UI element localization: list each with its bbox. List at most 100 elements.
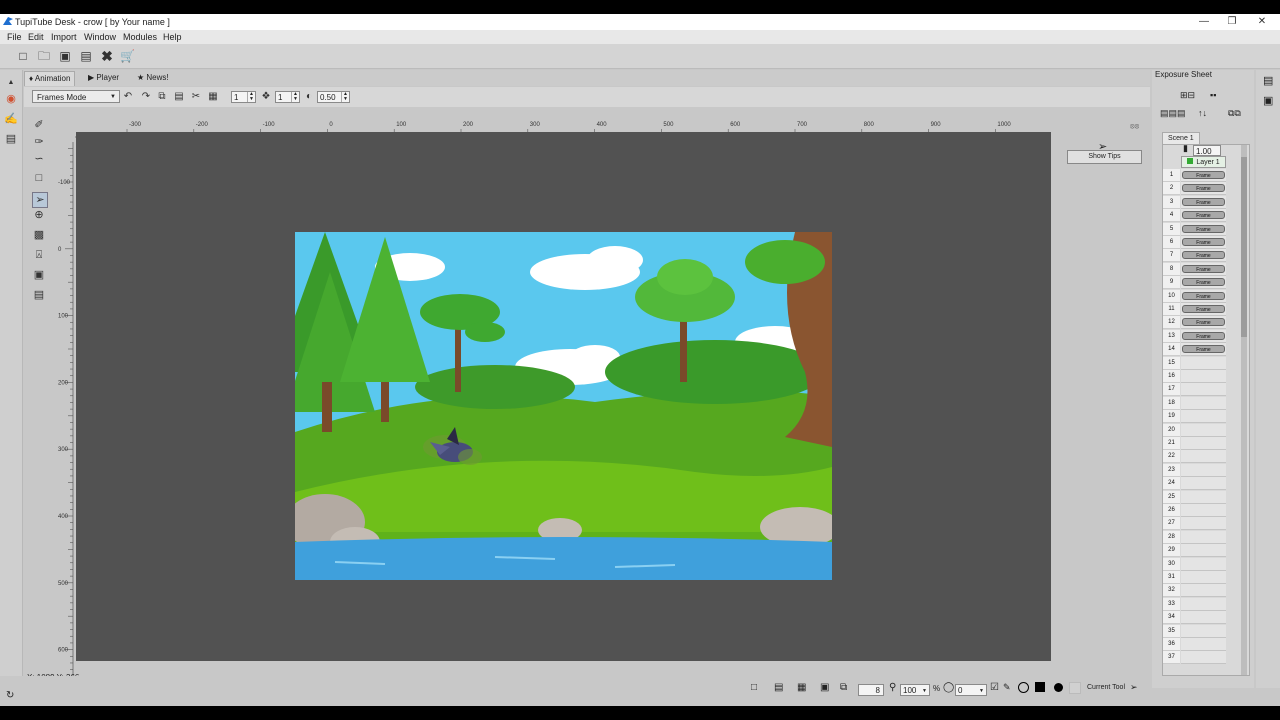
spin-arrows-icon[interactable]: ▲ ▼ [247, 92, 255, 102]
library-icon[interactable]: ▤ [4, 132, 18, 146]
menu-help[interactable]: Help [163, 32, 182, 42]
frame-cell[interactable] [1181, 638, 1226, 651]
fill-tool-icon[interactable]: ▩ [32, 228, 46, 242]
layer-header[interactable]: Layer 1 [1181, 156, 1226, 168]
add-scene-icon[interactable]: ⊞⊟ [1180, 90, 1195, 101]
collapse-arrow-icon[interactable]: ▲ [4, 76, 18, 90]
frame-cell[interactable] [1181, 611, 1226, 625]
frame-cell[interactable] [1181, 571, 1226, 584]
copy-frame-icon[interactable]: ⧉⧉ [1228, 108, 1241, 119]
layer-opacity-spin[interactable]: 1.00 [1193, 145, 1221, 156]
onion-skin-icon[interactable]: ❖ [260, 90, 272, 103]
frame-cell[interactable] [1181, 477, 1226, 491]
library-dock-icon[interactable]: ▤ [1263, 74, 1273, 87]
pen-tools-icon[interactable]: ✍ [4, 112, 18, 126]
rotation-select[interactable]: 0 ▼ [955, 684, 987, 696]
frame-cell[interactable] [1181, 463, 1226, 477]
mode-select[interactable]: Frames Mode ▼ [32, 90, 120, 103]
frame-cell[interactable] [1181, 410, 1226, 424]
frame-cell[interactable] [1181, 624, 1226, 638]
frame-cell[interactable]: Frame [1181, 209, 1226, 223]
show-tips-button[interactable]: Show Tips [1067, 150, 1142, 164]
frame-cell[interactable]: Frame [1181, 289, 1226, 303]
frame-cell[interactable]: Frame [1181, 249, 1226, 263]
close-project-icon[interactable]: ✖ [100, 49, 114, 63]
layers-icon[interactable]: ⧉ [840, 682, 847, 693]
frame-cell[interactable]: Frame [1181, 169, 1226, 182]
frame-cell[interactable] [1181, 423, 1226, 437]
properties-dock-icon[interactable]: ▣ [1263, 94, 1273, 107]
frame-cell[interactable]: Frame [1181, 343, 1226, 357]
zoom-select[interactable]: 100 ▼ [900, 684, 930, 696]
previous-frames-spin[interactable]: 1 ▲ ▼ [231, 91, 256, 103]
redo-icon[interactable]: ↷ [140, 90, 152, 103]
opacity-spin[interactable]: 0.50 ▲ ▼ [317, 91, 350, 103]
layer-visibility-icon[interactable] [1187, 158, 1194, 164]
fill-swatch[interactable] [1069, 682, 1081, 694]
frame-cell[interactable]: Frame [1181, 195, 1226, 209]
frame-cell[interactable]: Frame [1181, 236, 1226, 249]
menu-window[interactable]: Window [84, 32, 116, 42]
pencil-tool-icon[interactable]: ✐ [32, 118, 46, 132]
layer-tools-icon[interactable]: ▤▤▤ [1160, 108, 1186, 119]
color-palette-icon[interactable]: ◉ [4, 92, 18, 106]
copy-icon[interactable]: ⧉ [156, 90, 168, 103]
undo-icon[interactable]: ↶ [122, 90, 134, 103]
frame-cell[interactable] [1181, 557, 1226, 571]
frame-cell[interactable]: Frame [1181, 316, 1226, 330]
frame-cell[interactable] [1181, 437, 1226, 450]
color-swatch[interactable] [1035, 682, 1045, 692]
minimize-button[interactable]: — [1193, 15, 1215, 28]
tab-news[interactable]: ★ News! [133, 71, 173, 85]
hide-drawing-icon[interactable]: ▣ [820, 682, 829, 693]
frame-cell[interactable] [1181, 356, 1226, 370]
vertical-scrollbar[interactable] [1241, 145, 1247, 675]
save-as-icon[interactable]: ▤ [79, 49, 93, 63]
tab-animation[interactable]: ♦ Animation [24, 71, 76, 86]
frame-cell[interactable]: Frame [1181, 182, 1226, 196]
frame-cell[interactable] [1181, 383, 1226, 397]
close-button[interactable]: ✕ [1251, 15, 1273, 28]
frame-cell[interactable] [1181, 370, 1226, 383]
nodes-tool-icon[interactable]: ⊕ [32, 208, 46, 222]
frame-cell[interactable]: Frame [1181, 329, 1226, 343]
maximize-button[interactable]: ❐ [1221, 15, 1243, 28]
timer-icon[interactable]: ↻ [6, 690, 14, 701]
eraser-tool-icon[interactable]: ⍓ [32, 248, 46, 262]
next-frames-spin[interactable]: 1 ▲ ▼ [275, 91, 300, 103]
frame-cell[interactable] [1181, 584, 1226, 598]
delete-icon[interactable]: ▦ [207, 90, 219, 103]
frame-cell[interactable] [1181, 504, 1226, 517]
select-tool-icon[interactable]: ➢ [32, 192, 48, 208]
frame-cell[interactable] [1181, 490, 1226, 504]
paste-icon[interactable]: ▤ [173, 90, 185, 103]
move-layer-icon[interactable]: ↑↓ [1198, 108, 1207, 118]
text-tool-icon[interactable]: ▣ [32, 268, 46, 282]
frame-spin[interactable]: 8 [858, 684, 884, 696]
frame-cell[interactable] [1181, 597, 1226, 611]
frame-cell[interactable] [1181, 530, 1226, 544]
menu-edit[interactable]: Edit [28, 32, 44, 42]
frame-cell[interactable] [1181, 517, 1226, 531]
menu-file[interactable]: File [7, 32, 22, 42]
frame-cell[interactable]: Frame [1181, 276, 1226, 290]
frame-cell[interactable]: Frame [1181, 262, 1226, 276]
frame-cell[interactable]: Frame [1181, 303, 1226, 316]
open-project-icon[interactable]: 🗀 [37, 49, 51, 63]
safe-area-icon[interactable]: □ [751, 682, 757, 693]
frame-cell[interactable] [1181, 396, 1226, 410]
grid-icon[interactable]: ▦ [797, 682, 806, 693]
save-project-icon[interactable]: ▣ [58, 49, 72, 63]
polyline-tool-icon[interactable]: ∽ [32, 152, 46, 166]
spin-arrows-icon[interactable]: ▲ ▼ [291, 92, 299, 102]
antialias-checkbox[interactable]: ☑ [990, 682, 999, 693]
menu-modules[interactable]: Modules [123, 32, 157, 42]
menu-import[interactable]: Import [51, 32, 77, 42]
drawing-canvas[interactable] [76, 132, 1051, 661]
scene-menu-icon[interactable]: ▪▪ [1210, 90, 1216, 100]
full-screen-icon[interactable]: ▤ [774, 682, 783, 693]
onion-tool-icon[interactable]: ▤ [32, 288, 46, 302]
frame-cell[interactable]: Frame [1181, 222, 1226, 236]
new-project-icon[interactable]: □ [16, 49, 30, 63]
spin-arrows-icon[interactable]: ▲ ▼ [341, 92, 349, 102]
